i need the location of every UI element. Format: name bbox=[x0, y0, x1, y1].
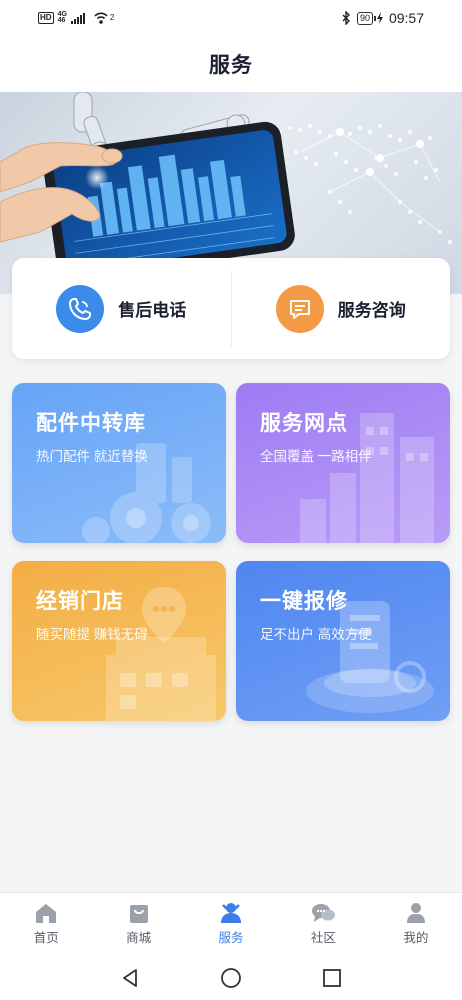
home-circle-icon[interactable] bbox=[220, 967, 242, 989]
tile-title: 一键报修 bbox=[260, 590, 348, 613]
nav-label: 首页 bbox=[33, 931, 59, 945]
service-icon bbox=[221, 903, 242, 923]
service-consult-label: 服务咨询 bbox=[337, 301, 406, 320]
service-consult-button[interactable]: 服务咨询 bbox=[232, 258, 451, 359]
wifi-sup: 2 bbox=[109, 13, 115, 22]
status-bar: HD 4G 46 2 90 09:57 bbox=[0, 0, 462, 36]
nav-shop[interactable]: 商城 bbox=[92, 893, 184, 955]
network-bottom: 46 bbox=[57, 17, 66, 24]
service-outlets-tile[interactable]: 服务网点 全国覆盖 一路相伴 bbox=[236, 383, 450, 543]
bottom-nav: 首页 商城 服务 社区 我的 bbox=[0, 892, 462, 955]
nav-label: 我的 bbox=[403, 931, 429, 945]
status-left: HD 4G 46 2 bbox=[38, 11, 114, 25]
nav-label: 商城 bbox=[126, 931, 152, 945]
page-header: 服务 bbox=[0, 36, 462, 92]
system-nav-bar bbox=[0, 955, 462, 1000]
shop-icon bbox=[129, 905, 148, 923]
tile-title: 服务网点 bbox=[260, 412, 348, 435]
message-icon bbox=[275, 284, 324, 333]
nav-label: 社区 bbox=[310, 931, 336, 945]
page-title: 服务 bbox=[209, 54, 253, 77]
back-icon[interactable] bbox=[119, 967, 141, 989]
tile-title: 经销门店 bbox=[36, 590, 124, 613]
community-icon bbox=[312, 904, 336, 922]
tile-subtitle: 随买随提 赚钱无碍 bbox=[36, 627, 148, 642]
status-right: 90 09:57 bbox=[341, 10, 424, 26]
parts-depot-tile[interactable]: 配件中转库 热门配件 就近替换 bbox=[12, 383, 226, 543]
tile-subtitle: 热门配件 就近替换 bbox=[36, 449, 148, 464]
nav-community[interactable]: 社区 bbox=[277, 893, 369, 955]
after-sales-phone-label: 售后电话 bbox=[118, 301, 187, 320]
profile-icon bbox=[406, 903, 425, 923]
dealer-stores-tile[interactable]: 经销门店 随买随提 赚钱无碍 bbox=[12, 561, 226, 721]
tile-subtitle: 全国覆盖 一路相伴 bbox=[260, 449, 372, 464]
clock: 09:57 bbox=[388, 10, 424, 26]
nav-profile[interactable]: 我的 bbox=[370, 893, 462, 955]
network-type: 4G 46 bbox=[57, 11, 67, 24]
repair-request-tile[interactable]: 一键报修 足不出户 高效方便 bbox=[236, 561, 450, 721]
nav-service[interactable]: 服务 bbox=[185, 893, 277, 955]
charging-icon bbox=[376, 12, 383, 24]
tile-title: 配件中转库 bbox=[36, 412, 146, 435]
hd-badge: HD bbox=[38, 12, 54, 24]
nav-label: 服务 bbox=[218, 931, 244, 945]
recents-icon[interactable] bbox=[321, 967, 343, 989]
wifi-icon bbox=[94, 12, 108, 24]
tile-subtitle: 足不出户 高效方便 bbox=[260, 627, 372, 642]
battery-icon: 90 bbox=[356, 11, 376, 25]
after-sales-phone-button[interactable]: 售后电话 bbox=[12, 258, 231, 359]
contact-card: 售后电话 服务咨询 bbox=[12, 258, 450, 359]
bluetooth-icon bbox=[342, 11, 350, 25]
signal-icon bbox=[70, 12, 85, 24]
gear-warehouse-illustration bbox=[82, 443, 211, 543]
nav-home[interactable]: 首页 bbox=[0, 893, 92, 955]
phone-icon bbox=[56, 284, 105, 333]
home-icon bbox=[36, 904, 57, 923]
